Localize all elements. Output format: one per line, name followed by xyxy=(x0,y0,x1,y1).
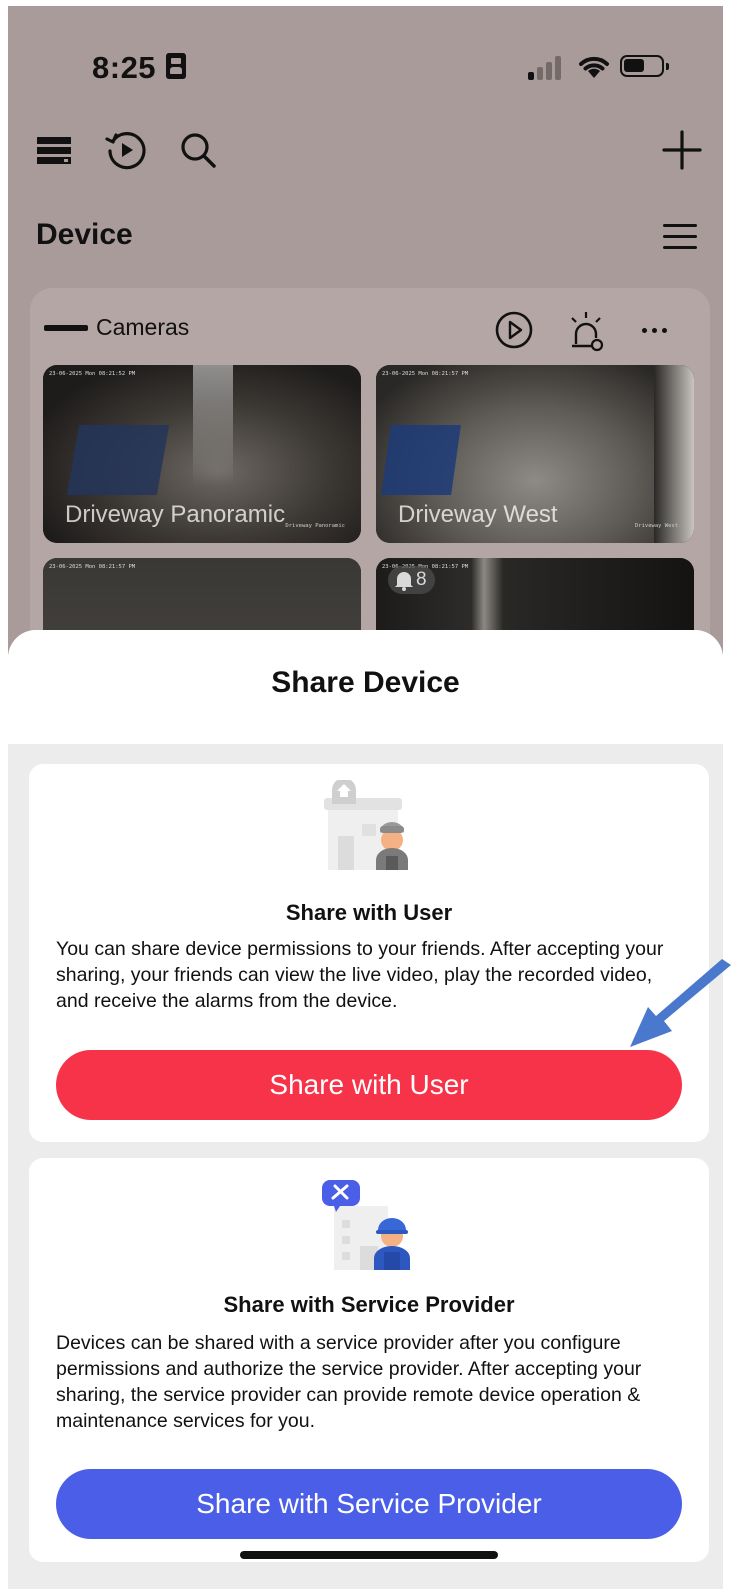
play-all-button[interactable] xyxy=(494,310,534,350)
share-with-user-button[interactable]: Share with User xyxy=(56,1050,682,1120)
battery-icon xyxy=(620,55,669,77)
sheet-header: Share Device xyxy=(8,630,723,744)
camera-timestamp: 23-06-2025 Mon 08:21:57 PM xyxy=(49,564,136,570)
camera-timestamp: 23-06-2025 Mon 08:21:52 PM xyxy=(49,371,136,377)
collapse-dash-icon xyxy=(44,324,88,331)
device-title: Device xyxy=(36,218,133,251)
camera-name: Driveway Panoramic xyxy=(65,501,286,528)
cameras-title: Cameras xyxy=(96,314,190,340)
search-icon[interactable] xyxy=(178,122,218,178)
share-user-heading: Share with User xyxy=(285,900,453,925)
annotation-arrow-icon xyxy=(630,959,731,1047)
share-sp-description: Devices can be shared with a service pro… xyxy=(56,1332,642,1432)
contact-card-icon xyxy=(166,53,186,79)
alarm-count: 8 xyxy=(416,569,427,590)
cameras-header[interactable]: Cameras xyxy=(44,314,189,341)
share-user-description: You can share device permissions to your… xyxy=(56,938,664,1012)
cameras-group-card: Cameras 23-06-2025 Mon 08:21:52 PM Drive… xyxy=(30,288,710,736)
camera-watermark: Driveway Panoramic xyxy=(285,523,345,529)
bell-icon xyxy=(395,572,413,591)
camera-name: Driveway West xyxy=(398,501,558,528)
hamburger-menu-icon[interactable] xyxy=(663,224,697,250)
share-sp-heading: Share with Service Provider xyxy=(223,1292,515,1317)
service-provider-illustration-icon xyxy=(322,1180,410,1270)
play-circle-icon xyxy=(495,311,533,349)
share-device-sheet: Share Device Share with User You can sha… xyxy=(8,630,723,1589)
status-time: 8:25 xyxy=(92,50,157,85)
status-bar: 8:25 xyxy=(8,6,723,116)
share-user-illustration-icon xyxy=(324,780,408,870)
playback-icon[interactable] xyxy=(104,122,148,178)
wifi-icon xyxy=(579,56,609,78)
camera-thumbnail[interactable]: 23-06-2025 Mon 08:21:57 PM Driveway West… xyxy=(376,365,694,543)
camera-thumbnail[interactable]: 23-06-2025 Mon 08:21:52 PM Driveway Pano… xyxy=(43,365,361,543)
alarm-settings-icon xyxy=(571,312,604,352)
more-options-icon[interactable] xyxy=(642,310,678,350)
home-indicator[interactable] xyxy=(240,1551,498,1559)
alarm-count-badge: 8 xyxy=(388,566,435,594)
camera-watermark: Driveway West xyxy=(634,523,678,529)
cellular-signal-icon xyxy=(528,54,564,80)
camera-timestamp: 23-06-2025 Mon 08:21:57 PM xyxy=(382,371,469,377)
top-toolbar xyxy=(8,122,723,182)
add-icon[interactable] xyxy=(662,122,702,178)
storage-icon[interactable] xyxy=(36,122,72,178)
share-with-service-provider-button[interactable]: Share with Service Provider xyxy=(56,1469,682,1539)
share-with-user-card: Share with User You can share device per… xyxy=(29,764,709,1142)
sheet-title: Share Device xyxy=(271,666,460,699)
share-with-service-provider-card: Share with Service Provider Devices can … xyxy=(29,1158,709,1562)
alarm-settings-button[interactable] xyxy=(566,310,606,352)
